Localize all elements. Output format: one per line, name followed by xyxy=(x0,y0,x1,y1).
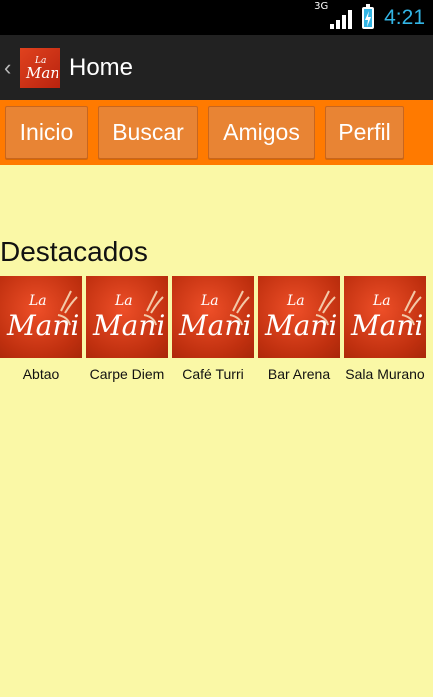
tab-buscar-button[interactable]: Buscar xyxy=(98,106,198,159)
featured-item[interactable]: La Mani Bar Arena xyxy=(258,276,340,382)
status-bar: 3G 4:21 xyxy=(0,0,433,35)
featured-item[interactable]: La Mani Abtao xyxy=(0,276,82,382)
la-mani-logo-icon[interactable]: La Mani xyxy=(258,276,340,358)
svg-text:La: La xyxy=(200,293,219,309)
featured-item-name: Abtao xyxy=(22,366,60,382)
featured-item-name: Bar Arena xyxy=(267,366,331,382)
featured-item-name: Café Turri xyxy=(182,366,244,382)
svg-text:Mani: Mani xyxy=(92,309,165,342)
svg-text:Mani: Mani xyxy=(178,309,251,342)
featured-item-name: Sala Murano xyxy=(345,366,425,382)
battery-charging-icon xyxy=(362,3,375,29)
featured-item-name: Carpe Diem xyxy=(89,366,165,382)
svg-text:Mani: Mani xyxy=(264,309,337,342)
svg-text:Mani: Mani xyxy=(25,64,58,82)
page-title: Home xyxy=(69,53,134,81)
tab-amigos-button[interactable]: Amigos xyxy=(208,106,315,159)
svg-text:La: La xyxy=(286,293,305,309)
tab-inicio-button[interactable]: Inicio xyxy=(5,106,88,159)
svg-text:La: La xyxy=(372,293,391,309)
la-mani-logo-icon[interactable]: La Mani xyxy=(172,276,254,358)
featured-item[interactable]: La Mani Sala Murano xyxy=(344,276,426,382)
back-chevron-icon[interactable]: ‹ xyxy=(4,56,18,79)
app-logo-icon[interactable]: La Mani xyxy=(20,47,60,88)
action-bar: ‹ La Mani Home xyxy=(0,35,433,100)
la-mani-logo-icon[interactable]: La Mani xyxy=(344,276,426,358)
network-type-label: 3G xyxy=(314,0,329,12)
svg-text:La: La xyxy=(28,293,47,309)
featured-gallery: La Mani Abtao La Mani Carpe Diem La Mani… xyxy=(0,276,433,382)
svg-text:Mani: Mani xyxy=(350,309,423,342)
featured-item[interactable]: La Mani Café Turri xyxy=(172,276,254,382)
clock: 4:21 xyxy=(384,5,425,29)
la-mani-logo-icon[interactable]: La Mani xyxy=(0,276,82,358)
tab-perfil-button[interactable]: Perfil xyxy=(325,106,404,159)
svg-text:Mani: Mani xyxy=(6,309,79,342)
la-mani-logo-icon[interactable]: La Mani xyxy=(86,276,168,358)
svg-text:La: La xyxy=(114,293,133,309)
featured-item[interactable]: La Mani Carpe Diem xyxy=(86,276,168,382)
tab-bar: Inicio Buscar Amigos Perfil xyxy=(0,100,433,165)
featured-section-title: Destacados xyxy=(0,236,148,267)
signal-icon: 3G xyxy=(314,1,353,29)
